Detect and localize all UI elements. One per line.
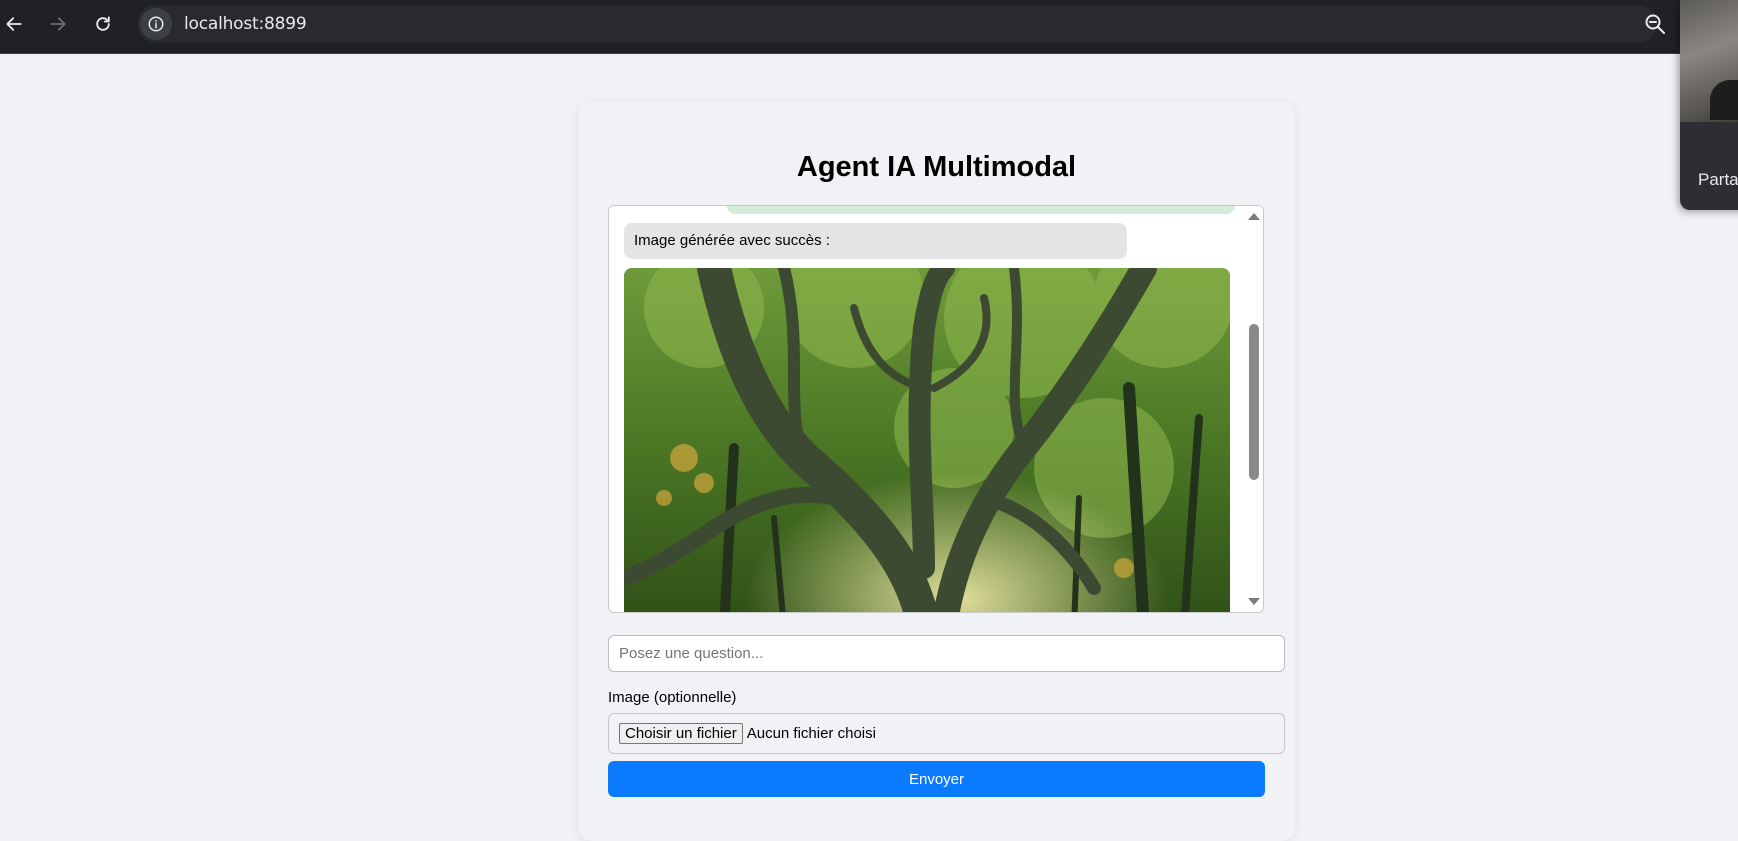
share-thumbnail <box>1680 0 1738 122</box>
arrow-left-icon <box>6 17 22 31</box>
address-bar[interactable]: localhost:8899 <box>137 5 1657 43</box>
chat-scrollbar[interactable] <box>1245 206 1263 612</box>
file-input[interactable]: Choisir un fichier Aucun fichier choisi <box>608 713 1285 754</box>
back-button[interactable] <box>0 10 28 38</box>
chat-history[interactable]: Image générée avec succès : <box>608 205 1264 613</box>
forest-tree-image <box>624 268 1230 612</box>
zoom-out-icon[interactable] <box>1643 12 1667 36</box>
scroll-down-arrow-icon[interactable] <box>1248 598 1260 605</box>
share-label[interactable]: Parta <box>1698 170 1738 190</box>
browser-toolbar: localhost:8899 <box>0 0 1738 54</box>
url-text[interactable]: localhost:8899 <box>184 14 307 34</box>
image-label: Image (optionnelle) <box>608 689 737 706</box>
question-input[interactable] <box>608 635 1285 672</box>
forward-button[interactable] <box>44 10 72 38</box>
info-icon <box>148 16 164 32</box>
app-container: Agent IA Multimodal Image générée avec s… <box>578 101 1295 841</box>
choose-file-button[interactable]: Choisir un fichier <box>619 723 743 744</box>
bot-message-bubble: Image générée avec succès : <box>624 223 1127 259</box>
site-info-button[interactable] <box>140 8 172 40</box>
scroll-up-arrow-icon[interactable] <box>1248 213 1260 220</box>
file-status: Aucun fichier choisi <box>746 725 876 742</box>
arrow-right-icon <box>50 17 66 31</box>
generated-image <box>624 268 1230 612</box>
scroll-thumb[interactable] <box>1249 324 1259 480</box>
share-popup[interactable]: Parta <box>1680 0 1738 210</box>
send-button[interactable]: Envoyer <box>608 761 1265 797</box>
reload-icon <box>96 16 110 31</box>
user-message-bubble <box>727 206 1235 214</box>
reload-button[interactable] <box>89 10 117 38</box>
page-title: Agent IA Multimodal <box>796 151 1077 183</box>
